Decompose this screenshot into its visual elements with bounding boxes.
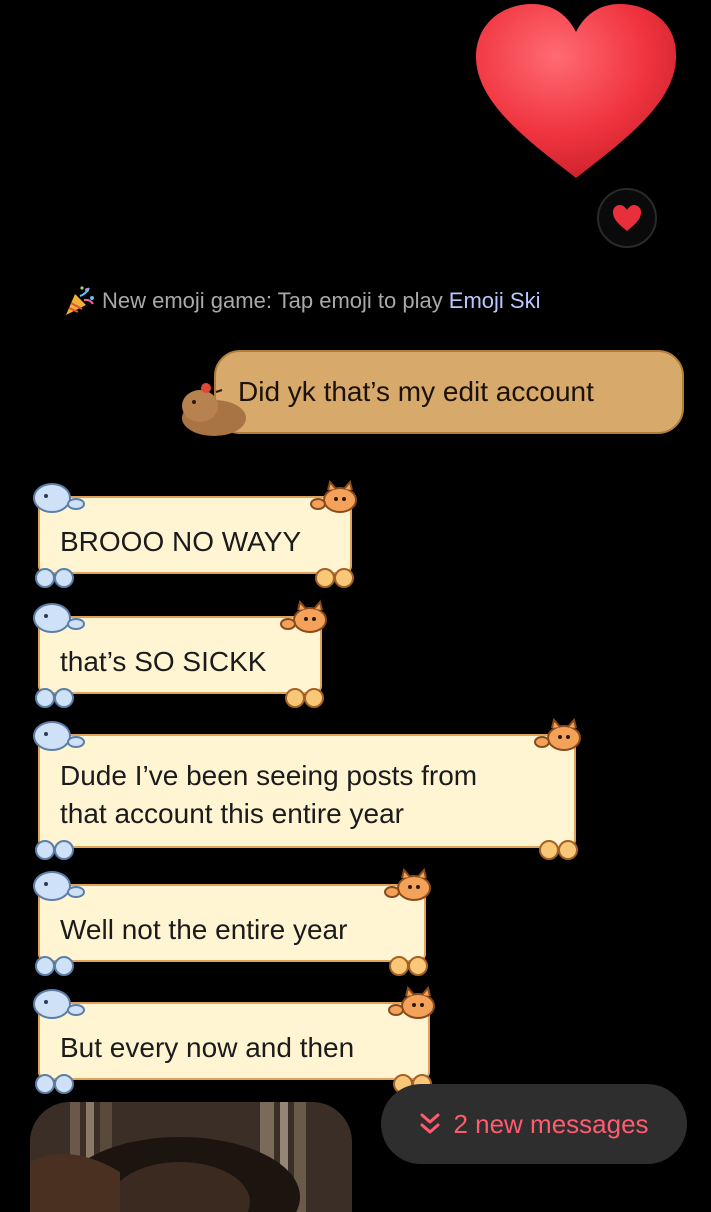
emoji-game-note: New emoji game: Tap emoji to play Emoji … bbox=[62, 283, 540, 319]
blue-paws-icon bbox=[35, 688, 74, 708]
media-thumbnail[interactable] bbox=[30, 1102, 352, 1212]
orange-paws-icon bbox=[539, 840, 578, 860]
blue-paws-icon bbox=[35, 1074, 74, 1094]
cat-sticker-icon bbox=[534, 717, 581, 751]
dog-sticker-icon bbox=[33, 483, 85, 513]
cat-sticker-icon bbox=[384, 867, 431, 901]
received-message[interactable]: Well not the entire year bbox=[30, 866, 434, 976]
received-message-text: that’s SO SICKK bbox=[60, 646, 267, 677]
received-message[interactable]: Dude I’ve been seeing posts from that ac… bbox=[30, 716, 584, 862]
cat-sticker-icon bbox=[310, 479, 357, 513]
orange-paws-icon bbox=[389, 956, 428, 976]
capybara-sticker-icon bbox=[182, 383, 246, 436]
received-message-text: Well not the entire year bbox=[60, 914, 348, 945]
received-message-text-line1: Dude I’ve been seeing posts from bbox=[60, 760, 478, 791]
big-heart-emoji-icon[interactable] bbox=[470, 2, 682, 182]
emoji-ski-link[interactable]: Emoji Ski bbox=[449, 288, 541, 314]
dog-sticker-icon bbox=[33, 603, 85, 633]
blue-paws-icon bbox=[35, 840, 74, 860]
received-message[interactable]: BROOO NO WAYY bbox=[30, 478, 360, 588]
orange-paws-icon bbox=[285, 688, 324, 708]
dog-sticker-icon bbox=[33, 871, 85, 901]
new-messages-button[interactable]: 2 new messages bbox=[381, 1084, 687, 1164]
heart-reaction-chip[interactable] bbox=[597, 188, 657, 248]
dog-sticker-icon bbox=[33, 989, 85, 1019]
orange-paws-icon bbox=[315, 568, 354, 588]
double-chevron-down-icon bbox=[420, 1113, 440, 1134]
received-message[interactable]: that’s SO SICKK bbox=[30, 598, 330, 708]
emoji-game-text: New emoji game: Tap emoji to play bbox=[102, 288, 443, 313]
cat-sticker-icon bbox=[388, 985, 435, 1019]
dog-sticker-icon bbox=[33, 721, 85, 751]
party-popper-icon bbox=[66, 286, 94, 315]
media-thumbnail-image bbox=[30, 1102, 352, 1212]
received-message[interactable]: But every now and then bbox=[30, 984, 438, 1094]
cat-sticker-icon bbox=[280, 599, 327, 633]
new-messages-label: 2 new messages bbox=[453, 1108, 649, 1139]
blue-paws-icon bbox=[35, 956, 74, 976]
sent-message[interactable]: Did yk that’s my edit account bbox=[176, 348, 688, 440]
received-message-text-line2: that account this entire year bbox=[60, 798, 404, 829]
received-message-text: But every now and then bbox=[60, 1032, 355, 1063]
blue-paws-icon bbox=[35, 568, 74, 588]
heart-icon bbox=[613, 205, 641, 231]
sent-message-text: Did yk that’s my edit account bbox=[238, 376, 594, 407]
received-message-text: BROOO NO WAYY bbox=[60, 526, 302, 557]
